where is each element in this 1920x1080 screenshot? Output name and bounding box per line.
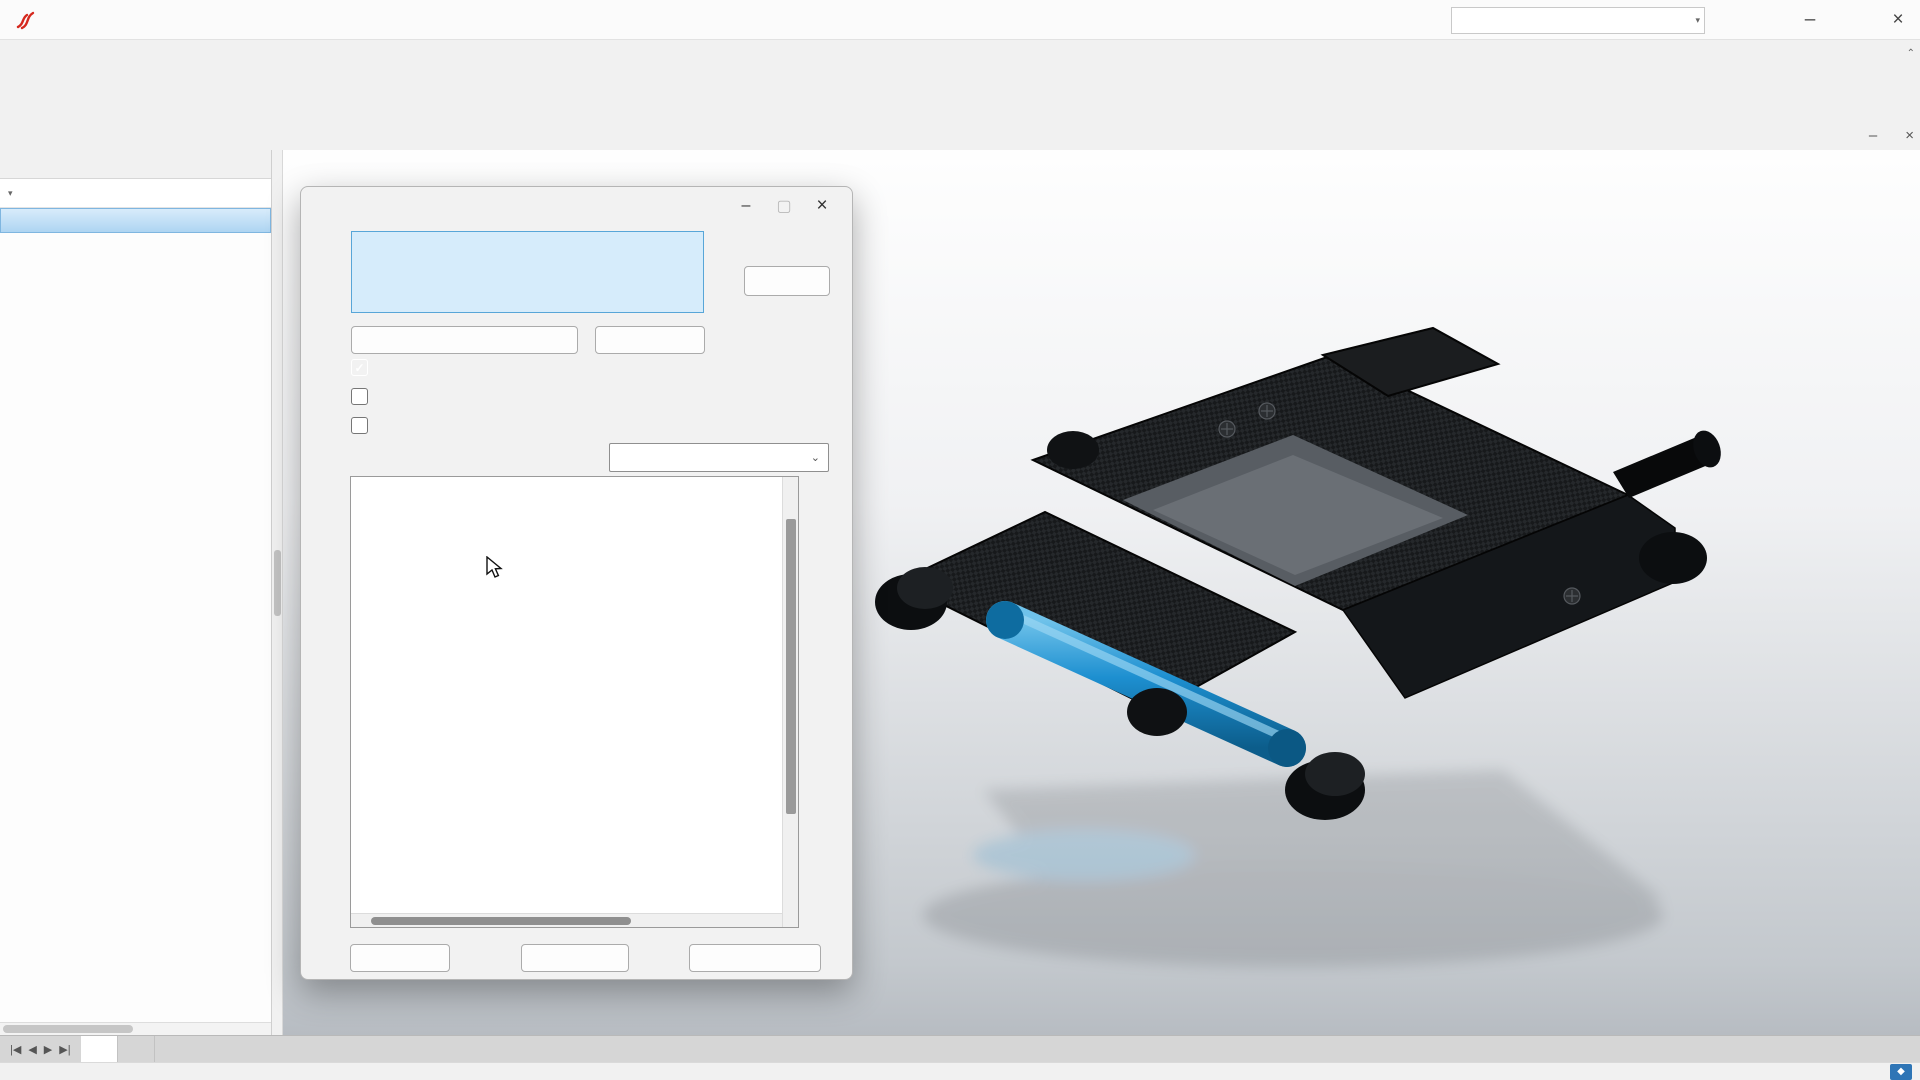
feature-manager-panel: ▾ (0, 150, 272, 1035)
titlebar: ▾ – × (0, 0, 1920, 40)
dialog-minimize-button[interactable]: – (729, 192, 763, 220)
show-weld-bead-checkbox[interactable] (351, 417, 368, 434)
dialog-close-button[interactable]: × (805, 192, 839, 220)
chevron-down-icon: ⌄ (811, 451, 820, 464)
tab-prev-icon[interactable]: ◀ (28, 1043, 36, 1056)
document-window-controls: – × (1841, 121, 1914, 150)
coordinate-system-dropdown[interactable]: ⌄ (609, 443, 829, 472)
filter-dropdown-icon[interactable]: ▾ (8, 188, 13, 199)
configuration-tab-bar: |◀ ◀ ▶ ▶| (0, 1035, 1920, 1062)
status-bar: ◆ (0, 1062, 1920, 1080)
mass-properties-results[interactable] (350, 476, 799, 928)
results-horizontal-scrollbar[interactable] (351, 913, 782, 927)
minimize-button[interactable]: – (1788, 0, 1832, 40)
solidworks-logo-icon (14, 9, 38, 31)
doc-minimize-icon[interactable]: – (1869, 127, 1877, 144)
document-title (999, 0, 1259, 40)
create-center-of-mass-checkbox[interactable] (351, 388, 368, 405)
results-vertical-scrollbar[interactable] (782, 477, 798, 927)
tab-motion-study[interactable] (118, 1036, 155, 1062)
tab-next-icon[interactable]: ▶ (44, 1043, 52, 1056)
tree-horizontal-scrollbar[interactable] (0, 1022, 271, 1035)
dialog-titlebar[interactable]: – ▢ × (301, 187, 852, 224)
command-manager-ribbon (0, 40, 1920, 121)
solidworks-logo (14, 9, 40, 31)
doc-close-icon[interactable]: × (1905, 127, 1914, 144)
model-3d[interactable]: Iz Ix Iy (875, 328, 1726, 820)
include-hidden-checkbox-row: ✓ (351, 359, 376, 376)
include-hidden-checkbox[interactable]: ✓ (351, 359, 368, 376)
ribbon-collapse-icon[interactable]: ⌃ (1907, 48, 1915, 59)
selected-item-field[interactable] (351, 231, 704, 313)
search-dropdown-icon[interactable]: ▾ (1695, 15, 1700, 26)
tab-first-icon[interactable]: |◀ (10, 1043, 21, 1056)
print-button[interactable] (521, 944, 629, 972)
status-tag-icon[interactable]: ◆ (1890, 1064, 1912, 1080)
override-mass-properties-button[interactable] (351, 326, 578, 354)
center-of-mass-checkbox-row (351, 388, 376, 405)
mass-properties-dialog: – ▢ × ✓ ⌄ (300, 186, 853, 980)
dialog-maximize-button[interactable]: ▢ (767, 192, 801, 220)
restore-button[interactable] (1832, 0, 1876, 40)
svg-text:Ix: Ix (1307, 628, 1315, 639)
search-commands-box[interactable]: ▾ (1451, 7, 1705, 34)
command-tab-row (0, 121, 1920, 150)
tab-model[interactable] (81, 1036, 118, 1062)
search-input[interactable] (1461, 13, 1684, 29)
copy-to-clipboard-button[interactable] (689, 944, 821, 972)
weld-bead-checkbox-row (351, 417, 376, 434)
tree-vertical-scrollbar[interactable] (272, 150, 283, 1035)
options-button[interactable] (744, 266, 830, 296)
recalculate-button[interactable] (595, 326, 705, 354)
tab-last-icon[interactable]: ▶| (59, 1043, 70, 1056)
tree-filter-row: ▾ (0, 179, 271, 208)
tree-root-node[interactable] (0, 208, 271, 233)
tab-scroll-buttons[interactable]: |◀ ◀ ▶ ▶| (0, 1036, 81, 1062)
help-button[interactable] (350, 944, 450, 972)
close-button[interactable]: × (1876, 0, 1920, 40)
help-button[interactable] (1746, 0, 1788, 40)
user-account-button[interactable] (1704, 0, 1746, 40)
